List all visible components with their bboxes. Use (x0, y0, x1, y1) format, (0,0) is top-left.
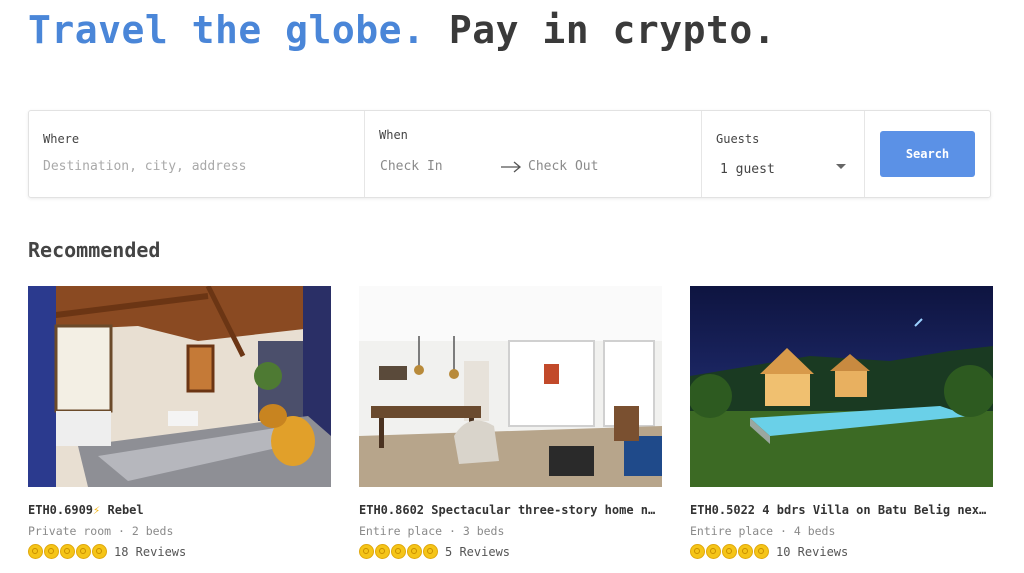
rating-stars (690, 544, 770, 559)
caret-down-icon[interactable] (836, 164, 846, 169)
listing-rating: 10 Reviews (690, 544, 993, 559)
listing-title[interactable]: ETH0.6909⚡ Rebel (28, 503, 331, 517)
star-icon (76, 544, 91, 559)
check-in-field[interactable]: Check In (380, 159, 443, 174)
listing-title[interactable]: ETH0.8602 Spectacular three-story home n… (359, 503, 662, 517)
listing-photo[interactable] (359, 286, 662, 487)
where-label: Where (43, 132, 80, 146)
hero-highlight: Travel the globe. (28, 8, 426, 52)
star-icon (738, 544, 753, 559)
listing-title[interactable]: ETH0.5022 4 bdrs Villa on Batu Belig nex… (690, 503, 993, 517)
listing-details: Private room · 2 beds (28, 524, 174, 538)
search-button[interactable]: Search (880, 131, 975, 177)
listing-card[interactable]: ETH0.5022 4 bdrs Villa on Batu Belig nex… (690, 286, 993, 559)
listing-price: ETH0.5022 (690, 503, 756, 517)
star-icon (375, 544, 390, 559)
where-section[interactable]: Where (29, 111, 365, 197)
lightning-icon: ⚡ (93, 503, 101, 517)
check-out-field[interactable]: Check Out (528, 159, 598, 174)
listing-rating: 18 Reviews (28, 544, 331, 559)
rating-stars (359, 544, 439, 559)
star-icon (60, 544, 75, 559)
listing-rating: 5 Reviews (359, 544, 662, 559)
star-icon (407, 544, 422, 559)
review-count[interactable]: 18 Reviews (114, 545, 186, 559)
rating-stars (28, 544, 108, 559)
star-icon (423, 544, 438, 559)
star-icon (92, 544, 107, 559)
review-count[interactable]: 5 Reviews (445, 545, 510, 559)
listing-details: Entire place · 4 beds (690, 524, 836, 538)
search-button-wrap: Search (865, 111, 990, 197)
when-label: When (379, 128, 408, 142)
guests-select[interactable]: 1 guest (720, 162, 775, 177)
star-icon (28, 544, 43, 559)
star-icon (44, 544, 59, 559)
listing-details: Entire place · 3 beds (359, 524, 505, 538)
guests-section[interactable]: Guests 1 guest (702, 111, 865, 197)
hero-rest: Pay in crypto. (425, 8, 777, 52)
arrow-right-icon (501, 161, 522, 173)
recommended-heading: Recommended (28, 238, 161, 262)
listing-name: Rebel (107, 503, 144, 517)
listing-card[interactable]: ETH0.6909⚡ Rebel Private room · 2 beds 1… (28, 286, 331, 559)
destination-input[interactable] (43, 159, 343, 174)
listing-photo[interactable] (28, 286, 331, 487)
star-icon (359, 544, 374, 559)
review-count[interactable]: 10 Reviews (776, 545, 848, 559)
listing-name: Spectacular three-story home ne… (431, 503, 662, 517)
guests-label: Guests (716, 132, 760, 146)
hero-heading: Travel the globe. Pay in crypto. (28, 8, 776, 52)
star-icon (722, 544, 737, 559)
star-icon (706, 544, 721, 559)
search-bar: Where When Check In Check Out Guests 1 g… (28, 110, 991, 198)
listing-card[interactable]: ETH0.8602 Spectacular three-story home n… (359, 286, 662, 559)
star-icon (391, 544, 406, 559)
listing-price: ETH0.8602 (359, 503, 425, 517)
listing-price: ETH0.6909 (28, 503, 94, 517)
when-section: When Check In Check Out (365, 111, 702, 197)
star-icon (690, 544, 705, 559)
star-icon (754, 544, 769, 559)
listing-photo[interactable] (690, 286, 993, 487)
listing-name: 4 bdrs Villa on Batu Belig next… (762, 503, 993, 517)
